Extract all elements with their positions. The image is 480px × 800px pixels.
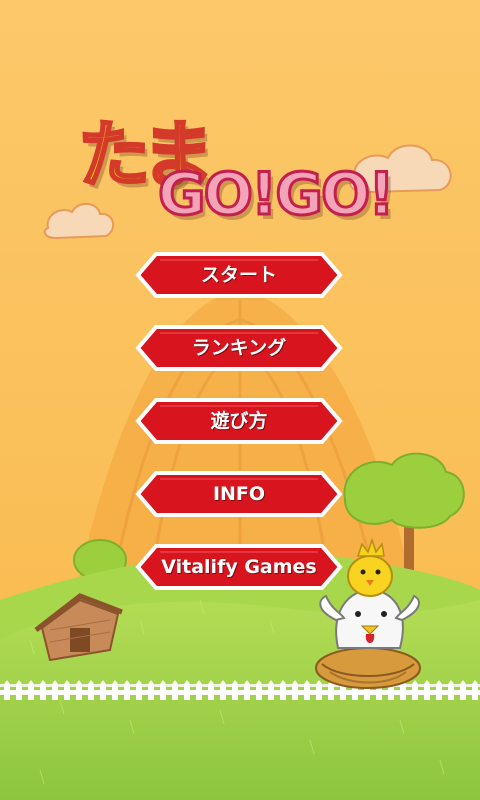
fence-post [112,680,118,700]
fence-post [148,680,154,700]
fence-post [28,680,34,700]
vitalify-games-button[interactable]: Vitalify Games [134,544,344,592]
vitalify-games-button-label: Vitalify Games [161,556,317,578]
fence-post [256,680,262,700]
fence-post [316,680,322,700]
fence-post [124,680,130,700]
fence-post [424,680,430,700]
ranking-button-label: ランキング [191,337,287,359]
fence-post [292,680,298,700]
fence-post [4,680,10,700]
fence-post [460,680,466,700]
fence-post [76,680,82,700]
fence-post [160,680,166,700]
fence-post [448,680,454,700]
fence-post [100,680,106,700]
how-to-play-button-label: 遊び方 [210,410,268,432]
fence-post [220,680,226,700]
fence-post [268,680,274,700]
fence-post [172,680,178,700]
fence-post [136,680,142,700]
info-button[interactable]: INFO [134,471,344,519]
fence-post [412,680,418,700]
fence-post [196,680,202,700]
info-button-label: INFO [212,483,266,505]
fence-post [472,680,478,700]
ranking-button[interactable]: ランキング [134,325,344,373]
fence-post [52,680,58,700]
fence-post [436,680,442,700]
fence-post [280,680,286,700]
start-button[interactable]: スタート [134,252,344,300]
fence-post [208,680,214,700]
fence-post [184,680,190,700]
fence-post [16,680,22,700]
start-button-label: スタート [200,264,277,286]
logo-title-line2: GO!GO! [157,159,397,230]
how-to-play-button[interactable]: 遊び方 [134,398,344,446]
fence-post [88,680,94,700]
fence-post [304,680,310,700]
fence-post [232,680,238,700]
fence-post [244,680,250,700]
fence-post [40,680,46,700]
fence-post [64,680,70,700]
